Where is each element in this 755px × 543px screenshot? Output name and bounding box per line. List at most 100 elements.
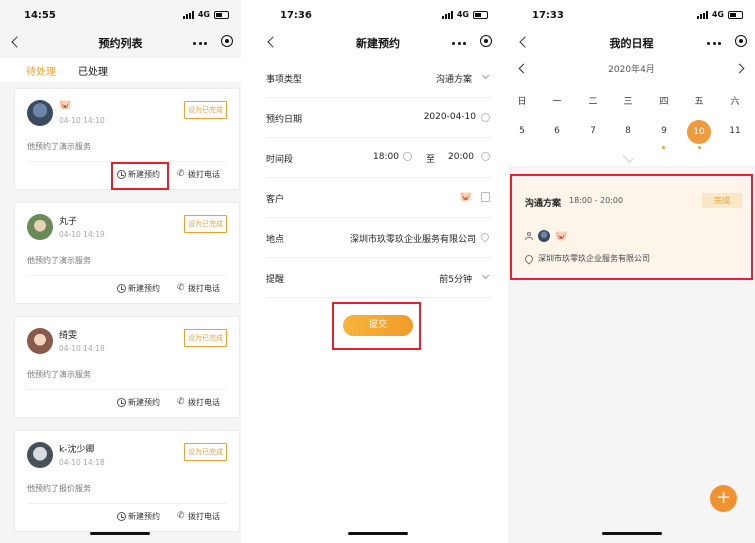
appointment-desc: 他预约了报价服务: [27, 484, 91, 493]
new-appointment-button[interactable]: 新建预约: [117, 283, 160, 294]
divider: [27, 503, 227, 504]
battery-icon: [728, 10, 743, 19]
status-time: 14:55: [24, 10, 56, 21]
date-row[interactable]: 预约日期 2020-04-10: [266, 98, 492, 138]
month-label: 2020年4月: [608, 65, 655, 75]
customer-value: 🐷: [459, 192, 472, 203]
mark-complete-button[interactable]: 设为已完成: [184, 215, 227, 233]
end-time[interactable]: 20:00: [448, 152, 474, 162]
highlight-box: [111, 162, 169, 190]
date-value: 2020-04-10: [423, 112, 476, 122]
place-row[interactable]: 地点 深圳市玖零玖企业服务有限公司: [266, 218, 492, 258]
call-button[interactable]: ✆ 拨打电话: [177, 397, 220, 408]
customer-name: 丸子: [59, 217, 78, 227]
mark-complete-button[interactable]: 设为已完成: [184, 329, 227, 347]
new-appointment-button[interactable]: 新建预约: [117, 511, 160, 522]
close-miniprogram-icon[interactable]: [735, 35, 747, 47]
avatar: [27, 442, 53, 468]
phone-icon: ✆: [177, 511, 185, 521]
tab-pending[interactable]: 待处理: [26, 63, 56, 78]
calendar-day[interactable]: 5: [512, 126, 532, 136]
status-time: 17:33: [532, 10, 564, 21]
start-time[interactable]: 18:00: [373, 152, 399, 162]
list-item: 丸子 04-10 14:19 设为已完成 他预约了演示服务 新建预约 ✆ 拨打电话: [14, 202, 240, 304]
location-pin-icon: [479, 231, 491, 243]
appointment-desc: 他预约了演示服务: [27, 142, 91, 151]
call-button[interactable]: ✆ 拨打电话: [177, 511, 220, 522]
new-appointment-button[interactable]: 新建预约: [117, 397, 160, 408]
place-value: 深圳市玖零玖企业服务有限公司: [349, 235, 476, 245]
battery-icon: [214, 10, 229, 19]
phone-icon: ✆: [177, 169, 185, 179]
phone-icon: ✆: [177, 283, 185, 293]
home-indicator: [348, 532, 408, 535]
weekday-label: 六: [730, 97, 740, 107]
network-label: 4G: [197, 10, 210, 19]
clock-icon: [117, 512, 126, 521]
status-bar: 17:33 4G: [508, 0, 755, 28]
appointment-desc: 他预约了演示服务: [27, 370, 91, 379]
add-button[interactable]: +: [710, 485, 737, 512]
weekday-label: 四: [659, 97, 669, 107]
remind-row[interactable]: 提醒 前5分钟: [266, 258, 492, 298]
calendar-day[interactable]: 6: [547, 126, 567, 136]
calendar-day[interactable]: 7: [583, 126, 603, 136]
clock-icon: [117, 284, 126, 293]
customer-row[interactable]: 客户 🐷: [266, 178, 492, 218]
nav-bar: 我的日程: [508, 28, 755, 58]
mark-complete-button[interactable]: 设为已完成: [184, 443, 227, 461]
time-period-row: 时间段 18:00 至 20:00: [266, 138, 492, 178]
calendar-day[interactable]: 8: [618, 126, 638, 136]
mark-complete-button[interactable]: 设为已完成: [184, 101, 227, 119]
more-icon[interactable]: [452, 40, 466, 46]
battery-icon: [473, 10, 488, 19]
nav-bar: 新建预约: [256, 28, 500, 58]
clock-icon: [403, 152, 412, 161]
chevron-down-icon: [481, 271, 490, 280]
weekday-label: 一: [552, 97, 562, 107]
avatar: [27, 214, 53, 240]
tab-bar: 待处理 已处理: [0, 58, 241, 82]
type-row[interactable]: 事项类型 沟通方案: [266, 58, 492, 98]
network-label: 4G: [456, 10, 469, 19]
status-bar: 17:36 4G: [256, 0, 500, 28]
signal-icon: [441, 10, 453, 19]
list-item: 绮雯 04-10 14:18 设为已完成 他预约了演示服务 新建预约 ✆ 拨打电话: [14, 316, 240, 418]
more-icon[interactable]: [707, 40, 721, 46]
tab-processed[interactable]: 已处理: [78, 63, 108, 78]
signal-icon: [696, 10, 708, 19]
home-indicator: [90, 532, 150, 535]
my-schedule-screen: 17:33 4G 我的日程 2020年4月 日 一 二 三 四 五 六 5 6 …: [508, 0, 755, 543]
weekday-label: 二: [588, 97, 598, 107]
call-button[interactable]: ✆ 拨打电话: [177, 283, 220, 294]
status-bar: 14:55 4G: [0, 0, 241, 28]
status-time: 17:36: [280, 10, 312, 21]
calendar-day-selected[interactable]: 10: [687, 120, 711, 144]
expand-chevron-icon[interactable]: [622, 152, 634, 163]
appointment-time: 04-10 14:18: [59, 344, 105, 353]
weekday-label: 日: [517, 97, 527, 107]
phone-icon: ✆: [177, 397, 185, 407]
close-miniprogram-icon[interactable]: [480, 35, 492, 47]
call-button[interactable]: ✆ 拨打电话: [177, 169, 220, 180]
type-value: 沟通方案: [435, 75, 472, 85]
close-miniprogram-icon[interactable]: [221, 35, 233, 47]
calendar-day[interactable]: 9: [654, 126, 674, 136]
remind-value: 前5分钟: [439, 275, 472, 285]
calendar-day[interactable]: 11: [725, 126, 745, 136]
highlight-box: [510, 174, 753, 280]
customer-name: k-沈少卿: [59, 445, 95, 455]
divider: [27, 389, 227, 390]
calendar: 2020年4月 日 一 二 三 四 五 六 5 6 7 8 9 10 11: [508, 58, 755, 166]
event-dot: [698, 146, 701, 149]
avatar: [27, 328, 53, 354]
home-indicator: [602, 532, 662, 535]
network-label: 4G: [711, 10, 724, 19]
more-icon[interactable]: [193, 40, 207, 46]
avatar: [27, 100, 53, 126]
divider: [27, 275, 227, 276]
weekday-label: 三: [623, 97, 633, 107]
highlight-box: [332, 302, 421, 350]
event-dot: [662, 146, 665, 149]
weekday-label: 五: [694, 97, 704, 107]
